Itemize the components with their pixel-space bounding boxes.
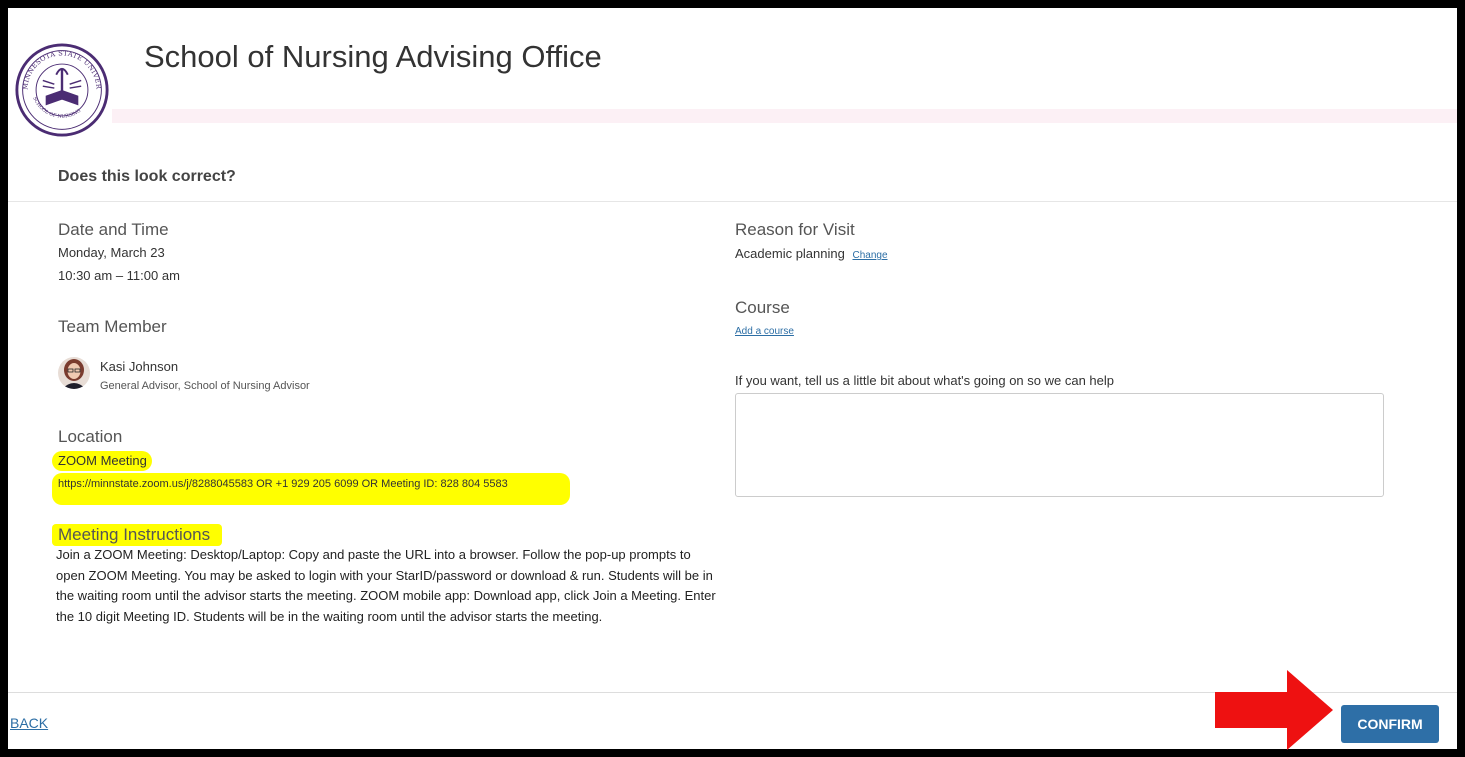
- annotation-arrow-icon: [1215, 670, 1333, 750]
- date-time-label: Date and Time: [58, 220, 169, 239]
- university-seal-logo: MINNESOTA STATE UNIVERSITY MANKATO SCHOO…: [14, 42, 109, 137]
- course-label: Course: [735, 298, 790, 317]
- page-title: School of Nursing Advising Office: [144, 39, 602, 74]
- divider: [8, 201, 1457, 202]
- team-member-role: General Advisor, School of Nursing Advis…: [100, 380, 310, 392]
- location-details: https://minnstate.zoom.us/j/8288045583 O…: [58, 478, 508, 490]
- meeting-instructions-label: Meeting Instructions: [58, 525, 211, 544]
- team-member-name: Kasi Johnson: [100, 359, 179, 374]
- appointment-date: Monday, March 23: [58, 245, 165, 260]
- add-course-link[interactable]: Add a course: [735, 326, 794, 337]
- change-reason-link[interactable]: Change: [852, 250, 887, 261]
- appointment-time: 10:30 am – 11:00 am: [58, 268, 180, 283]
- location-label: Location: [58, 427, 123, 446]
- page-header: MINNESOTA STATE UNIVERSITY MANKATO SCHOO…: [8, 8, 1457, 137]
- team-member-label: Team Member: [58, 317, 167, 336]
- notes-label: If you want, tell us a little bit about …: [735, 373, 1114, 388]
- meeting-instructions-text: Join a ZOOM Meeting: Desktop/Laptop: Cop…: [56, 547, 716, 624]
- review-heading: Does this look correct?: [58, 168, 236, 185]
- location-type: ZOOM Meeting: [58, 453, 147, 468]
- reason-label: Reason for Visit: [735, 220, 855, 239]
- back-link[interactable]: BACK: [10, 715, 48, 731]
- header-band: [112, 109, 1457, 123]
- notes-textarea[interactable]: [735, 393, 1384, 497]
- avatar: [58, 357, 90, 389]
- reason-value: Academic planning: [735, 246, 845, 261]
- confirm-button[interactable]: CONFIRM: [1341, 705, 1439, 743]
- reason-row: Academic planning Change: [735, 245, 888, 265]
- app-frame: MINNESOTA STATE UNIVERSITY MANKATO SCHOO…: [8, 8, 1457, 749]
